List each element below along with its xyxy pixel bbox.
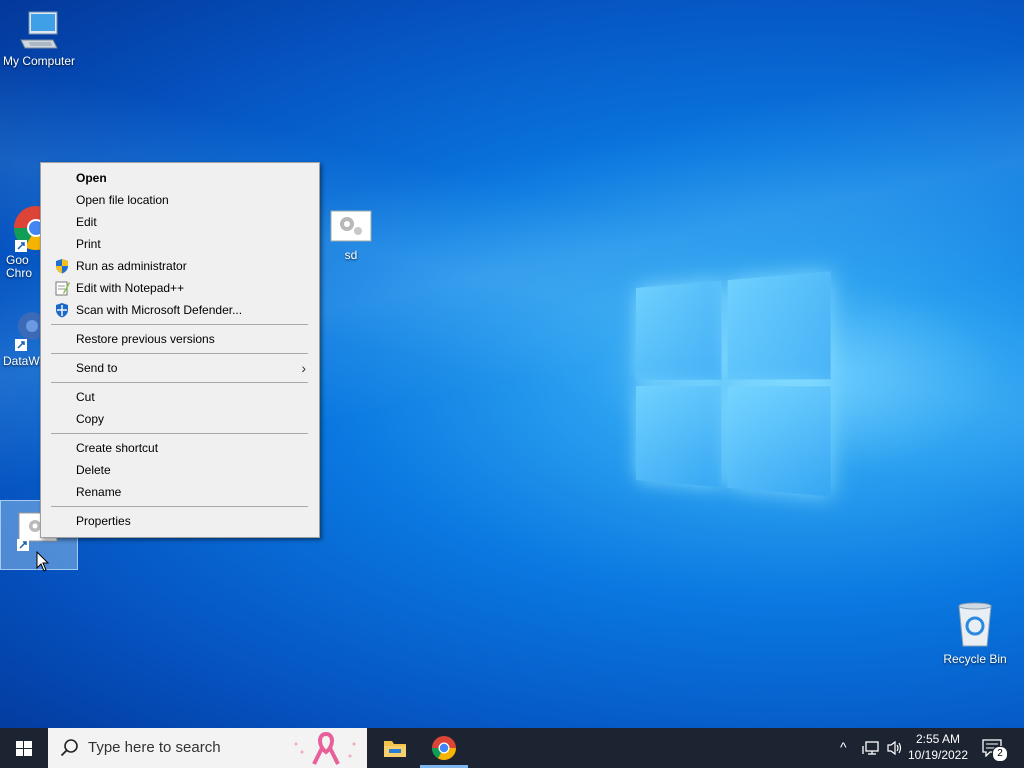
menu-item-label: Open [76,171,107,185]
menu-item-print[interactable]: Print [44,233,314,255]
menu-separator [51,382,308,383]
menu-item-label: Copy [76,412,105,426]
shield-icon [56,259,68,274]
desktop-icon-label: Recycle Bin [943,652,1007,666]
menu-item-scan-with-defender[interactable]: Scan with Microsoft Defender... [44,299,314,321]
notification-badge: 2 [992,746,1008,762]
menu-item-label: Run as administrator [76,259,187,273]
menu-item-open-file-location[interactable]: Open file location [44,189,314,211]
menu-item-label: Cut [76,390,95,404]
menu-item-label: Rename [76,485,122,499]
menu-item-label: Restore previous versions [76,332,215,346]
settings-file-icon [330,210,372,242]
pink-ribbon-icon [294,731,356,765]
desktop[interactable]: My Computer Goo Chro DataWa sd Recycle B… [0,0,1024,728]
search-icon [60,739,78,757]
menu-item-edit[interactable]: Edit [44,211,314,233]
context-menu: Open Open file location Edit Print Run a… [40,162,320,538]
notepad-plus-plus-icon [55,281,70,296]
menu-item-label: Print [76,237,101,251]
menu-item-run-as-administrator[interactable]: Run as administrator [44,255,314,277]
menu-item-create-shortcut[interactable]: Create shortcut [44,437,314,459]
menu-item-label: Properties [76,514,131,528]
chevron-up-icon[interactable]: ^ [840,739,847,755]
clock-date: 10/19/2022 [907,748,969,762]
search-box[interactable]: Type here to search [48,728,367,768]
menu-separator [51,506,308,507]
desktop-icon-recycle-bin[interactable]: Recycle Bin [938,600,1012,666]
chrome-taskbar-icon[interactable] [431,735,457,761]
clock[interactable]: 2:55 AM 10/19/2022 [904,731,972,763]
menu-item-restore-previous-versions[interactable]: Restore previous versions [44,328,314,350]
volume-icon[interactable] [886,740,904,756]
menu-item-label: Send to [76,361,118,375]
desktop-icon-label: My Computer [2,54,76,68]
notification-center-button[interactable]: 2 [980,736,1008,762]
menu-item-delete[interactable]: Delete [44,459,314,481]
file-explorer-icon[interactable] [383,736,407,760]
desktop-icon-label: sd [344,248,358,262]
mouse-cursor [36,551,50,572]
menu-item-label: Edit with Notepad++ [76,281,185,295]
menu-separator [51,353,308,354]
menu-item-label: Open file location [76,193,169,207]
menu-item-send-to[interactable]: Send to › [44,357,314,379]
menu-item-copy[interactable]: Copy [44,408,314,430]
menu-item-cut[interactable]: Cut [44,386,314,408]
desktop-icon-sd[interactable]: sd [320,208,382,262]
menu-item-edit-with-notepad[interactable]: Edit with Notepad++ [44,277,314,299]
windows-logo-wallpaper [636,271,831,497]
menu-item-rename[interactable]: Rename [44,481,314,503]
desktop-icon-my-computer[interactable]: My Computer [0,8,78,68]
menu-item-label: Edit [76,215,97,229]
clock-time: 2:55 AM [915,732,961,746]
menu-item-label: Scan with Microsoft Defender... [76,303,243,317]
recycle-bin-icon [958,602,992,647]
search-placeholder: Type here to search [88,739,221,756]
menu-separator [51,324,308,325]
menu-item-properties[interactable]: Properties [44,510,314,532]
menu-item-label: Create shortcut [76,441,159,455]
menu-item-open[interactable]: Open [44,167,314,189]
menu-item-label: Delete [76,463,111,477]
start-button[interactable] [0,728,48,768]
menu-separator [51,433,308,434]
network-icon[interactable] [862,740,880,756]
defender-icon [56,303,68,318]
chevron-right-icon: › [301,360,306,376]
computer-icon [20,11,58,49]
